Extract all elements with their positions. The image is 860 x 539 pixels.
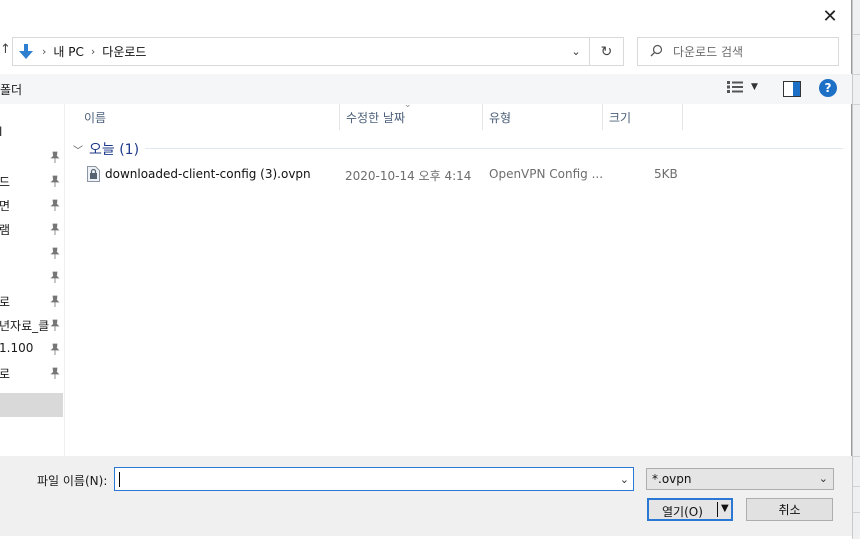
file-date-modified: 2020-10-14 오후 4:14 xyxy=(345,169,472,183)
ovpn-file-icon xyxy=(87,166,100,182)
pin-icon xyxy=(50,175,60,187)
background-window-edge xyxy=(852,0,860,539)
sort-indicator-icon: ⌄ xyxy=(404,100,412,110)
nav-item-label: 드 xyxy=(0,175,11,189)
refresh-button[interactable]: ↻ xyxy=(590,37,624,66)
nav-item[interactable]: 드 xyxy=(0,170,63,192)
search-icon xyxy=(650,44,663,60)
breadcrumb-separator: › xyxy=(42,45,47,58)
pin-icon xyxy=(50,223,60,235)
search-input[interactable]: 다운로드 검색 xyxy=(637,37,839,66)
nav-item[interactable]: l xyxy=(0,122,63,144)
pin-icon xyxy=(50,343,60,355)
breadcrumb-separator: › xyxy=(90,45,96,58)
open-button[interactable]: 열기(O) ▼ xyxy=(647,498,733,521)
file-type-filter-select[interactable]: *.ovpn ⌄ xyxy=(646,468,834,490)
text-cursor xyxy=(119,472,120,487)
pin-icon xyxy=(50,271,60,283)
close-icon: ✕ xyxy=(822,5,838,27)
view-options-button[interactable]: ▼ xyxy=(727,81,758,93)
chevron-down-icon: ⌄ xyxy=(818,472,828,485)
new-folder-button[interactable]: 폴더 xyxy=(0,81,22,98)
open-file-dialog: ✕ ↑ › 내 PC › 다운로드 ⌄ ↻ 다운로드 검색 폴더 ▼ ? 드 면… xyxy=(0,0,852,536)
download-arrow-icon xyxy=(17,43,35,61)
chevron-down-icon[interactable]: ⌄ xyxy=(620,473,629,486)
file-open-dialog-screen: ✕ ↑ › 내 PC › 다운로드 ⌄ ↻ 다운로드 검색 폴더 ▼ ? 드 면… xyxy=(0,0,860,539)
pin-icon xyxy=(50,295,60,307)
nav-item[interactable]: 로 xyxy=(0,362,63,384)
nav-item-label: 로 xyxy=(0,367,11,381)
filter-value: *.ovpn xyxy=(652,472,692,486)
close-button[interactable]: ✕ xyxy=(817,4,843,28)
preview-pane-icon[interactable] xyxy=(783,81,801,97)
nav-item[interactable]: 로 xyxy=(0,290,63,312)
nav-item-label: 로 xyxy=(0,295,11,309)
nav-item-label: l xyxy=(0,125,2,139)
group-header-label: 오늘 (1) xyxy=(89,142,140,158)
caret-down-icon: ▼ xyxy=(751,82,758,92)
bottom-panel: 파일 이름(N): ⌄ *.ovpn ⌄ 열기(O) ▼ 취소 xyxy=(0,456,852,536)
nav-item-label: 1.100 xyxy=(0,341,34,355)
file-type: OpenVPN Config ... xyxy=(489,167,604,181)
group-divider xyxy=(145,148,843,149)
pin-icon xyxy=(50,367,60,379)
column-header-name[interactable]: 이름 xyxy=(77,104,339,130)
nav-item[interactable] xyxy=(0,266,63,288)
nav-item-downloads-selected[interactable] xyxy=(0,393,63,417)
filename-input[interactable]: ⌄ xyxy=(114,467,634,491)
refresh-icon: ↻ xyxy=(600,43,613,60)
nav-item[interactable]: 면 xyxy=(0,194,63,216)
chevron-down-icon[interactable]: ⌄ xyxy=(569,44,583,58)
group-header-today[interactable]: ﹀ 오늘 (1) xyxy=(73,139,843,159)
pin-icon xyxy=(50,151,60,163)
file-row[interactable]: downloaded-client-config (3).ovpn 2020-1… xyxy=(84,164,684,185)
cancel-button[interactable]: 취소 xyxy=(746,498,833,521)
breadcrumb-this-pc[interactable]: 내 PC xyxy=(53,43,83,60)
nav-item[interactable]: 년자료_클 xyxy=(0,314,63,336)
column-divider[interactable] xyxy=(682,104,683,130)
column-header-type[interactable]: 유형 xyxy=(482,104,602,130)
file-name: downloaded-client-config (3).ovpn xyxy=(105,167,311,181)
navigation-pane: l 드 면 램 로 년자료_클 1.100 로 xyxy=(0,104,65,456)
nav-item-label: 면 xyxy=(0,199,11,213)
open-button-label: 열기(O) xyxy=(662,505,703,519)
help-icon[interactable]: ? xyxy=(819,79,837,97)
caret-down-icon[interactable]: ▼ xyxy=(721,503,729,514)
column-header-size[interactable]: 크기 xyxy=(602,104,682,130)
nav-item[interactable]: 1.100 xyxy=(0,338,63,360)
pin-icon xyxy=(50,247,60,259)
toolbar: 폴더 ▼ ? xyxy=(0,74,852,104)
nav-item[interactable]: 램 xyxy=(0,218,63,240)
file-size: 5KB xyxy=(654,167,678,181)
details-view-icon xyxy=(727,81,743,93)
pin-icon xyxy=(50,199,60,211)
breadcrumb-downloads[interactable]: 다운로드 xyxy=(102,43,146,60)
search-placeholder: 다운로드 검색 xyxy=(673,45,744,59)
nav-item[interactable] xyxy=(0,242,63,264)
nav-item-label: 램 xyxy=(0,223,11,237)
split-divider xyxy=(717,502,718,517)
nav-item[interactable] xyxy=(0,146,63,168)
pin-icon xyxy=(50,319,60,331)
address-bar[interactable]: › 내 PC › 다운로드 ⌄ xyxy=(12,37,590,66)
chevron-down-icon: ﹀ xyxy=(73,145,83,157)
cancel-button-label: 취소 xyxy=(778,503,801,517)
nav-item-label: 년자료_클 xyxy=(0,319,50,333)
filename-label: 파일 이름(N): xyxy=(37,474,108,488)
up-arrow-icon[interactable]: ↑ xyxy=(0,40,11,60)
